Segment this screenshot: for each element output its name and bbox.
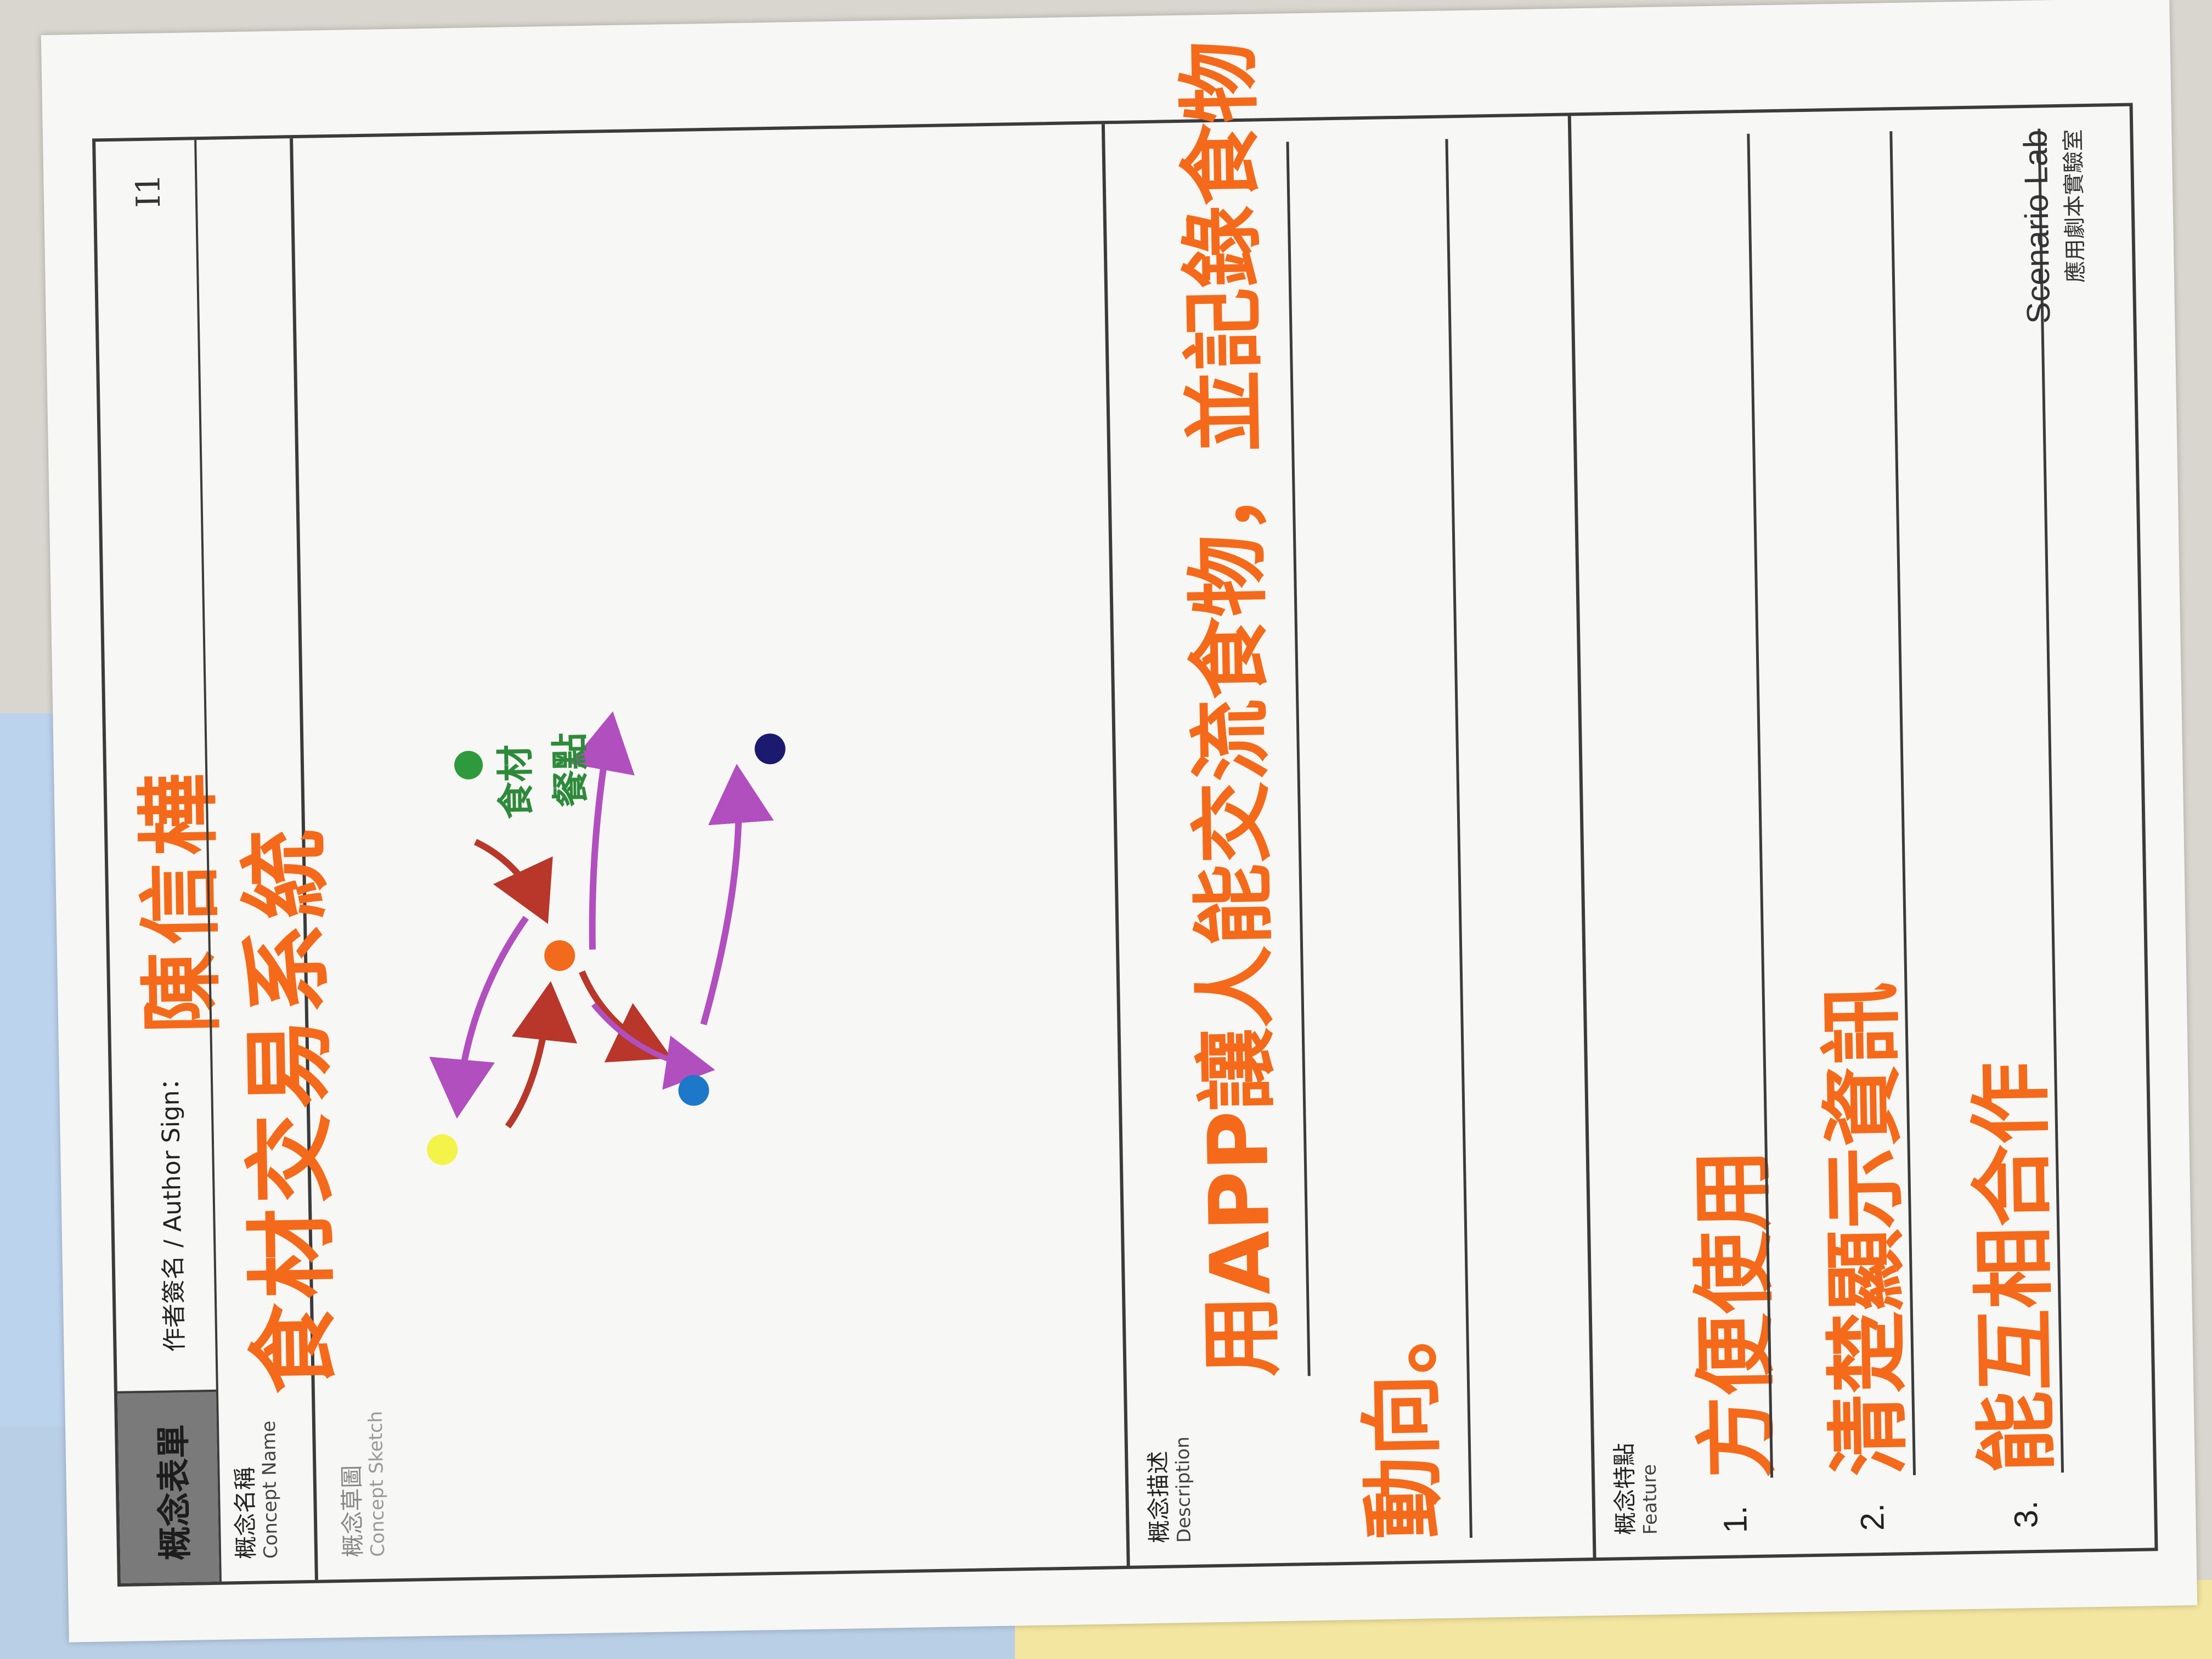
form-frame: 概念表單 作者簽名 / Author Sign： 陳信樺 I1 概念名稱 Con… — [92, 40, 2158, 1587]
concept-description-area: 概念描述 Description 用APP讓人能交流食物，並記錄食物 動向。 — [1104, 40, 1596, 1566]
brand-name: Scenario Lab — [2017, 129, 2057, 324]
concept-form-sheet: 概念表單 作者簽名 / Author Sign： 陳信樺 I1 概念名稱 Con… — [41, 0, 2198, 1643]
arrow-center-to-yellow — [429, 916, 529, 1119]
feature-label-en: Feature — [1639, 1464, 1662, 1535]
dot-navy — [754, 733, 786, 765]
feature-3-number: 3. — [2007, 1500, 2045, 1528]
form-content-rotated: 概念表單 作者簽名 / Author Sign： 陳信樺 I1 概念名稱 Con… — [95, 40, 2162, 1583]
concept-name-label-zh: 概念名稱 — [231, 1466, 260, 1560]
feature-label-zh: 概念特點 — [1610, 1442, 1639, 1536]
feature-3-text: 能互相合作 — [1963, 1061, 2067, 1475]
feature-2-number: 2. — [1853, 1503, 1891, 1531]
feature-label: 概念特點 Feature — [1611, 1442, 1662, 1536]
arrow-center-to-blue — [579, 970, 672, 1063]
concept-name-label-en: Concept Name — [258, 1420, 283, 1559]
page-code: I1 — [129, 173, 168, 208]
description-label-zh: 概念描述 — [1144, 1451, 1173, 1544]
dot-yellow — [427, 1134, 458, 1165]
form-title-box: 概念表單 — [117, 1389, 219, 1583]
concept-sketch-drawing — [427, 711, 786, 1165]
dot-green — [454, 751, 483, 780]
feature-2-text: 清楚顯示資訊 — [1814, 981, 1918, 1477]
concept-name-label: 概念名稱 Concept Name — [230, 1420, 283, 1559]
dot-blue — [678, 1075, 709, 1106]
brand-subtitle: 應用劇本實驗室 — [2061, 129, 2089, 283]
description-line-2: 動向。 — [1353, 1291, 1453, 1540]
sketch-note-meeting-point: 餐點 — [549, 732, 594, 808]
arrow-green-to-center — [473, 839, 553, 924]
author-sign-label: 作者簽名 / Author Sign： — [156, 1065, 189, 1352]
dot-center-orange — [544, 940, 575, 971]
form-title: 概念表單 — [153, 1424, 196, 1561]
concept-features-area: 概念特點 Feature 1. 方便使用 2. 清楚顯示資訊 3. 能互相合作 … — [1571, 106, 2162, 1558]
form-header: 概念表單 作者簽名 / Author Sign： 陳信樺 I1 概念名稱 Con… — [95, 138, 348, 1583]
sketch-note-ingredients: 食材 — [494, 744, 539, 820]
description-line-1: 用APP讓人能交流食物，並記錄食物 — [1172, 40, 1291, 1378]
arrow-blue-to-navy — [700, 764, 774, 1025]
feature-1-number: 1. — [1716, 1505, 1754, 1534]
concept-sketch-area: 概念草圖 Concept Sketch 食材 餐點 — [293, 124, 1130, 1580]
description-label-en: Description — [1172, 1436, 1196, 1543]
arrow-yellow-to-center — [505, 981, 578, 1129]
description-label: 概念描述 Description — [1144, 1436, 1197, 1543]
